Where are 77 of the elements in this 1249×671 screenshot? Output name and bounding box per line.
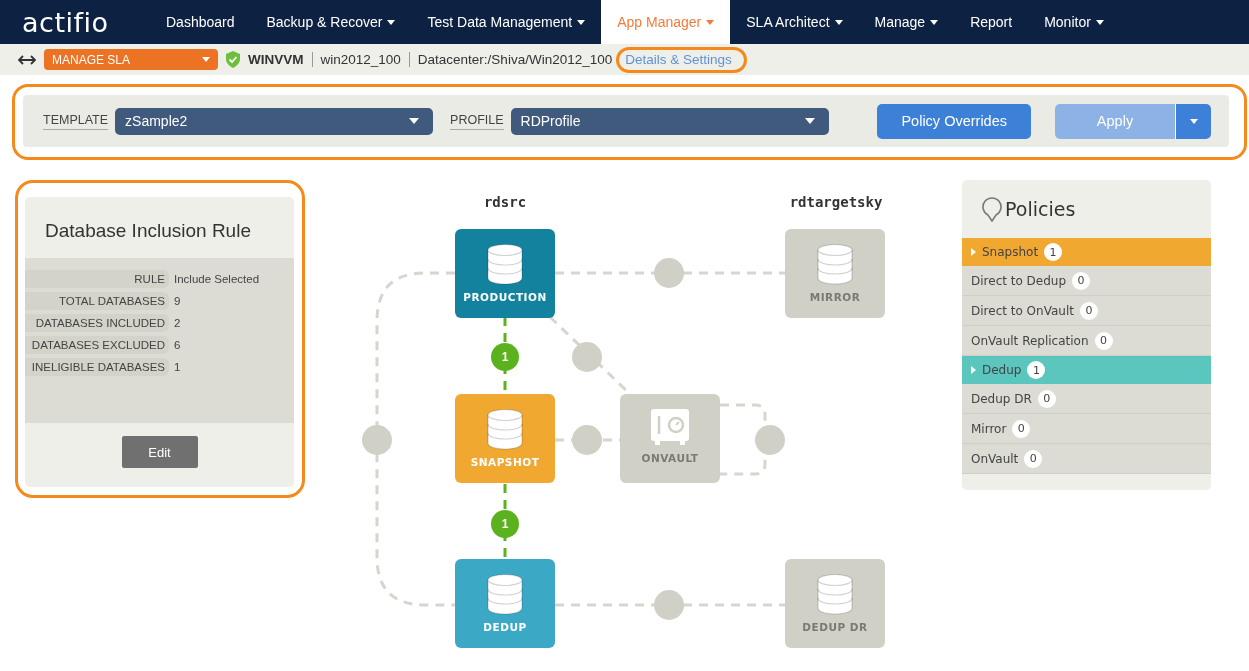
column-title: rdtargetsky	[788, 194, 884, 210]
caret-icon	[706, 19, 715, 25]
row-label: INELIGIBLE DATABASES	[25, 358, 169, 376]
swap-arrows-icon[interactable]	[18, 52, 36, 67]
safe-icon	[650, 408, 690, 446]
junction-dot	[572, 425, 602, 455]
count-badge: 1	[1044, 243, 1063, 261]
row-label: DATABASES INCLUDED	[25, 314, 169, 332]
field-label: TEMPLATE	[43, 112, 109, 130]
node-card[interactable]: PRODUCTION	[455, 229, 555, 318]
nav-tab[interactable]: Report	[954, 0, 1029, 44]
caret-icon	[202, 57, 210, 62]
nav-tab[interactable]: Manage	[858, 0, 955, 44]
count-badge: 0	[1037, 389, 1056, 408]
row-label: DATABASES EXCLUDED	[25, 336, 169, 354]
database-icon	[486, 243, 524, 285]
count-badge: 1	[491, 343, 519, 371]
policy-group-row[interactable]: Snapshot 1	[962, 238, 1211, 266]
row-label: RULE	[25, 270, 169, 288]
count-badge: 0	[1024, 449, 1043, 468]
row-label: TOTAL DATABASES	[25, 292, 169, 310]
toolbar-button[interactable]: Policy Overrides	[877, 103, 1031, 139]
select-field[interactable]: RDProfile	[510, 107, 829, 135]
path-text: Datacenter:/Shiva/Win2012_100	[417, 52, 613, 67]
policy-group-row[interactable]: Dedup 1	[962, 356, 1211, 384]
dropdown-button[interactable]	[1175, 103, 1211, 139]
database-icon	[816, 573, 854, 615]
policy-row[interactable]: OnVault Replication 0	[962, 326, 1211, 356]
database-icon	[486, 573, 524, 615]
nav-tab[interactable]: Monitor	[1028, 0, 1120, 44]
shield-icon	[226, 51, 240, 68]
policy-row[interactable]: Dedup DR 0	[962, 384, 1211, 414]
triangle-icon	[971, 366, 976, 374]
logo: actifio	[22, 6, 110, 38]
location-pin-icon	[982, 196, 1002, 222]
column-title: rdsrc	[482, 194, 528, 210]
panel-title: Database Inclusion Rule	[44, 219, 252, 243]
count-badge: 1	[491, 510, 519, 538]
count-badge: 0	[1079, 301, 1098, 320]
count-badge: 0	[1012, 419, 1031, 438]
host-name: WINVVM	[248, 52, 304, 67]
field-label: PROFILE	[450, 112, 504, 130]
edit-button[interactable]: Edit	[121, 436, 198, 468]
policy-row[interactable]: Direct to Dedup 0	[962, 266, 1211, 296]
database-icon	[816, 243, 854, 285]
triangle-icon	[971, 248, 976, 256]
nav-tab[interactable]: Backup & Recover	[250, 0, 412, 44]
row-value: 9	[174, 295, 181, 307]
nav-tab[interactable]: Test Data Management	[411, 0, 602, 44]
policy-row[interactable]: Direct to OnVault 0	[962, 296, 1211, 326]
junction-dot	[572, 342, 602, 372]
row-value: Include Selected	[174, 273, 260, 285]
select-field[interactable]: zSample2	[115, 107, 434, 135]
junction-dot	[755, 425, 785, 455]
junction-dot	[654, 258, 684, 288]
row-value: 6	[174, 339, 181, 351]
junction-dot	[362, 425, 392, 455]
caret-icon	[387, 19, 396, 25]
count-badge: 0	[1094, 331, 1113, 350]
count-badge: 1	[1027, 361, 1046, 379]
caret-icon	[804, 118, 815, 124]
caret-icon	[930, 19, 939, 25]
nav-tab[interactable]: SLA Architect	[730, 0, 859, 44]
row-value: 1	[174, 361, 181, 373]
caret-icon	[1095, 19, 1104, 25]
caret-icon	[577, 19, 586, 25]
caret-icon	[834, 19, 843, 25]
caret-icon	[409, 118, 420, 124]
app-name: win2012_100	[320, 52, 401, 67]
panel-title: Policies	[1005, 198, 1076, 220]
policy-row[interactable]: OnVault 0	[962, 444, 1211, 474]
count-badge: 0	[1072, 271, 1091, 290]
junction-dot	[654, 590, 684, 620]
nav-tab[interactable]: Dashboard	[150, 0, 251, 44]
row-value: 2	[174, 317, 181, 329]
policy-row[interactable]: Mirror 0	[962, 414, 1211, 444]
database-icon	[486, 408, 524, 450]
